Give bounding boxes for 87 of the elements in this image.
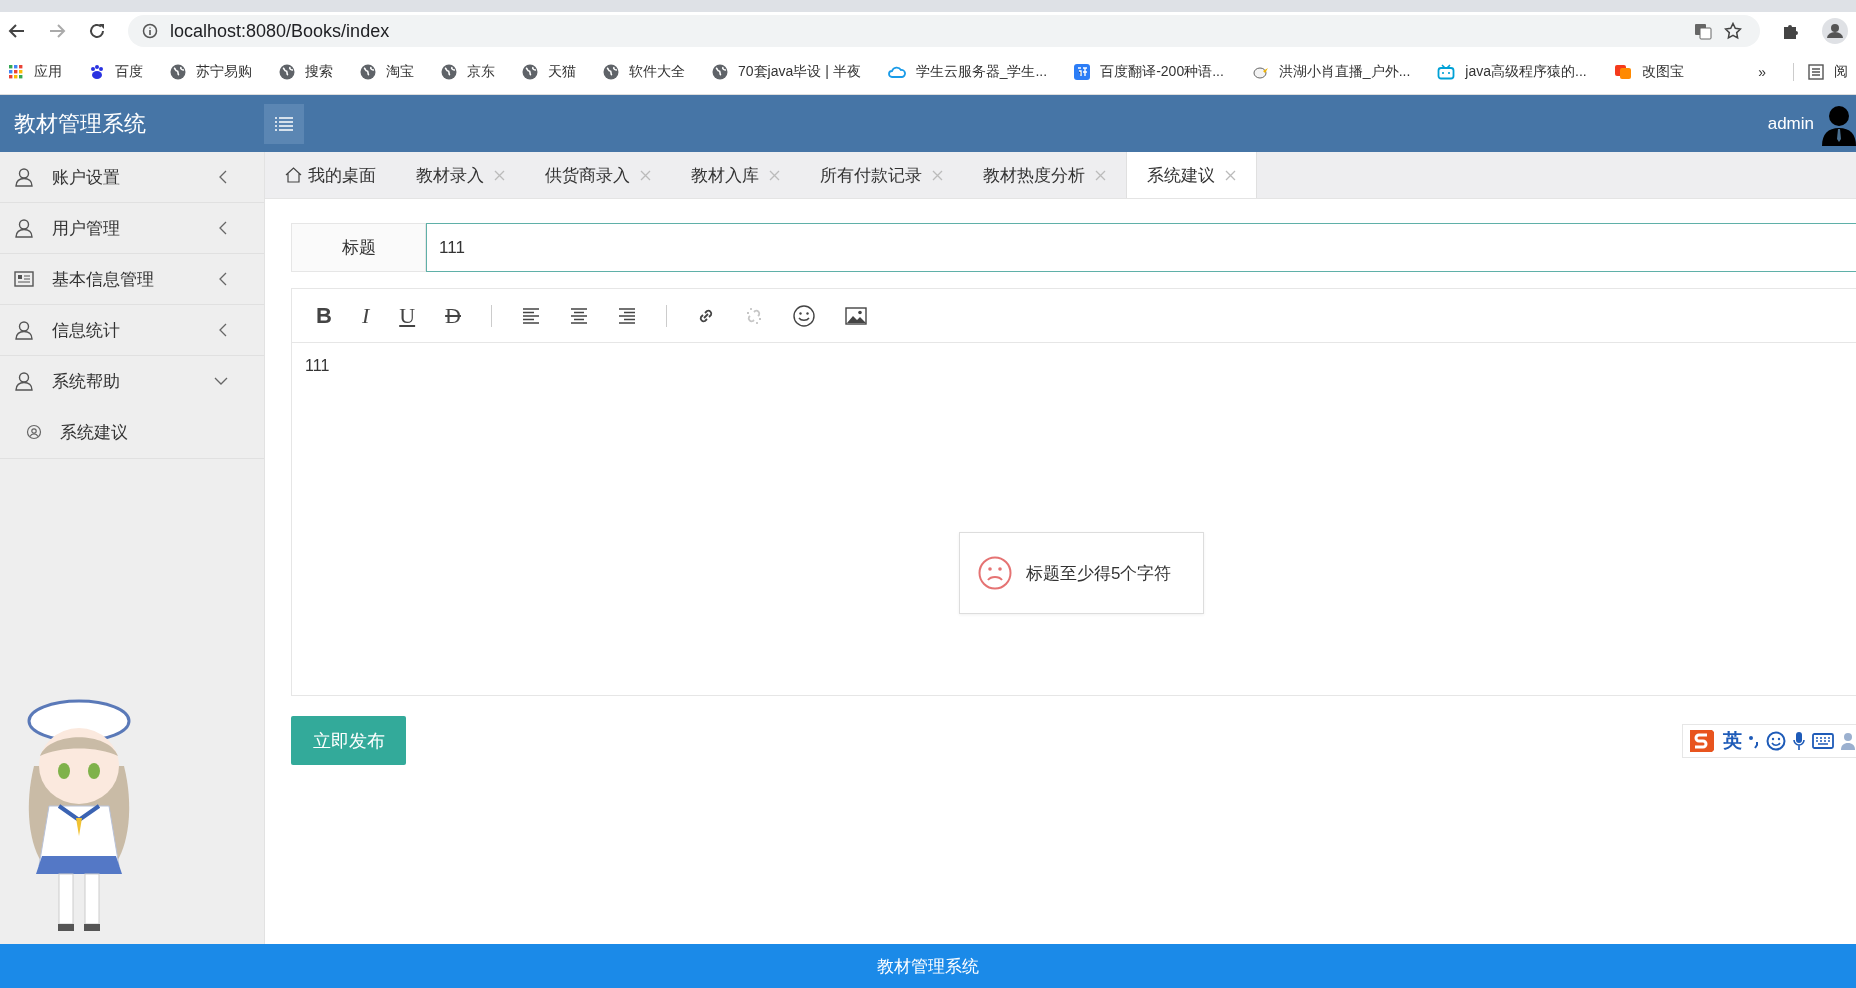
title-input[interactable]: 111 bbox=[426, 223, 1856, 272]
bookmark[interactable]: 百度 bbox=[89, 63, 143, 81]
user-name[interactable]: admin bbox=[1767, 113, 1814, 134]
id-card-icon bbox=[14, 270, 34, 288]
smiley-icon[interactable] bbox=[1766, 730, 1786, 751]
cloud-icon bbox=[887, 64, 906, 80]
tv-icon bbox=[1437, 64, 1456, 80]
chevron-left-icon bbox=[218, 170, 228, 184]
chevron-left-icon bbox=[218, 323, 228, 337]
bookmark[interactable]: 苏宁易购 bbox=[170, 63, 252, 81]
bookmark[interactable]: 淘宝 bbox=[360, 63, 414, 81]
user-icon bbox=[14, 320, 34, 340]
paw-icon bbox=[89, 64, 105, 80]
bookmark[interactable]: 改图宝 bbox=[1613, 63, 1684, 81]
bookmark[interactable]: 百度翻译-200种语... bbox=[1074, 63, 1224, 81]
bookmark[interactable]: 洪湖小肖直播_户外... bbox=[1250, 63, 1411, 81]
list-icon bbox=[1808, 64, 1824, 80]
bookmark[interactable]: 软件大全 bbox=[603, 63, 685, 81]
image-icon[interactable] bbox=[845, 306, 867, 325]
align-center-icon[interactable] bbox=[570, 307, 588, 324]
page-tab[interactable]: 供货商录入 bbox=[525, 152, 671, 198]
globe-icon bbox=[712, 64, 728, 80]
apps-grid-icon bbox=[8, 64, 24, 80]
url-text: localhost:8080/Books/index bbox=[170, 20, 390, 42]
smiley-icon[interactable] bbox=[793, 304, 815, 327]
bookmark[interactable]: 应用 bbox=[8, 63, 62, 81]
sidebar-subitem[interactable]: 系统建议 bbox=[0, 406, 264, 458]
menu-icon bbox=[275, 116, 293, 131]
footer-text: 教材管理系统 bbox=[0, 944, 1856, 988]
bookmarks-overflow[interactable]: » bbox=[1758, 64, 1766, 80]
globe-icon bbox=[170, 64, 186, 80]
chevron-left-icon bbox=[218, 272, 228, 286]
app-title: 教材管理系统 bbox=[13, 109, 147, 138]
sidebar-item[interactable]: 基本信息管理 bbox=[0, 254, 264, 304]
bookmark[interactable]: java高级程序猿的... bbox=[1437, 63, 1587, 81]
globe-icon bbox=[279, 64, 295, 80]
globe-icon bbox=[603, 64, 619, 80]
align-left-icon[interactable] bbox=[522, 307, 540, 324]
bookmark[interactable]: 70套java毕设 | 半夜 bbox=[712, 63, 861, 81]
editor-text: 111 bbox=[304, 356, 331, 376]
strike-button[interactable]: D bbox=[445, 302, 461, 329]
page-tab[interactable]: 教材入库 bbox=[671, 152, 800, 198]
chevron-down-icon bbox=[214, 376, 228, 386]
address-bar[interactable]: localhost:8080/Books/index bbox=[128, 15, 1760, 47]
profile-icon[interactable] bbox=[1822, 18, 1848, 44]
title-label: 标题 bbox=[291, 223, 426, 272]
menu-button[interactable] bbox=[264, 103, 304, 144]
chevron-left-icon bbox=[218, 221, 228, 235]
bookmark[interactable]: 搜索 bbox=[279, 63, 333, 81]
page-tab[interactable]: 教材录入 bbox=[396, 152, 525, 198]
bookmark[interactable]: 天猫 bbox=[522, 63, 576, 81]
ime-language[interactable]: 英 bbox=[1723, 727, 1742, 754]
globe-icon bbox=[522, 64, 538, 80]
translate-app-icon bbox=[1074, 64, 1091, 80]
puzzle-icon[interactable] bbox=[1782, 22, 1800, 40]
sidebar-item[interactable]: 账户设置 bbox=[0, 152, 264, 202]
bold-button[interactable]: B bbox=[316, 302, 332, 329]
reload-icon[interactable] bbox=[88, 22, 106, 40]
sad-face-icon bbox=[978, 556, 1012, 590]
page-tab[interactable]: 所有付款记录 bbox=[800, 152, 963, 198]
keyboard-icon[interactable] bbox=[1812, 732, 1834, 749]
page-tab[interactable]: 系统建议 bbox=[1126, 152, 1257, 198]
user-icon bbox=[14, 167, 34, 187]
user-icon bbox=[14, 218, 34, 238]
back-icon[interactable] bbox=[8, 22, 26, 40]
squares-icon bbox=[1613, 64, 1632, 80]
page-tab[interactable]: 我的桌面 bbox=[265, 152, 396, 198]
reading-list[interactable]: 阅 bbox=[1793, 63, 1848, 81]
user-silhouette-icon[interactable] bbox=[1822, 104, 1856, 146]
italic-button[interactable]: I bbox=[361, 302, 370, 329]
info-icon[interactable] bbox=[142, 23, 158, 39]
align-right-icon[interactable] bbox=[618, 307, 636, 324]
page-tab[interactable]: 教材热度分析 bbox=[963, 152, 1126, 198]
sidebar-item[interactable]: 用户管理 bbox=[0, 203, 264, 253]
sidebar-item[interactable]: 信息统计 bbox=[0, 305, 264, 355]
user-icon bbox=[14, 371, 34, 391]
globe-icon bbox=[360, 64, 376, 80]
globe-icon bbox=[441, 64, 457, 80]
underline-button[interactable]: U bbox=[399, 302, 416, 329]
home-icon bbox=[285, 167, 302, 183]
sidebar-item[interactable]: 系统帮助 bbox=[0, 356, 264, 406]
user-circle-icon bbox=[26, 424, 42, 440]
star-icon[interactable] bbox=[1724, 22, 1742, 40]
bookmark[interactable]: 学生云服务器_学生... bbox=[887, 63, 1048, 81]
toast-message: 标题至少得5个字符 bbox=[1026, 562, 1172, 585]
bookmark[interactable]: 京东 bbox=[441, 63, 495, 81]
microphone-icon[interactable] bbox=[1792, 730, 1806, 751]
